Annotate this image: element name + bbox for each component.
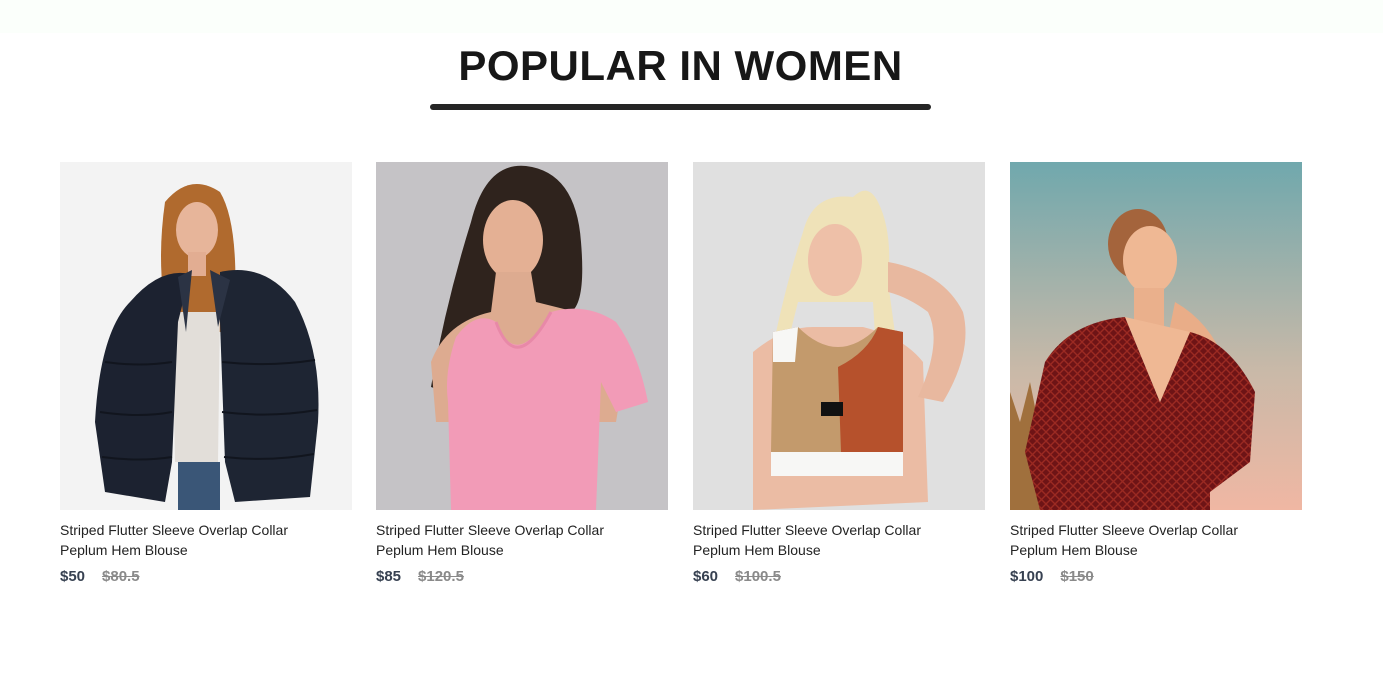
- woman-pink-top-photo: [376, 162, 668, 510]
- product-image-sports-top[interactable]: [693, 162, 985, 510]
- price-row: $50 $80.5: [60, 568, 352, 585]
- woman-red-blouse-photo: [1010, 162, 1302, 510]
- new-price: $50: [60, 568, 86, 585]
- woman-black-fur-jacket-photo: [60, 162, 352, 510]
- top-strip: [0, 0, 1383, 33]
- product-name[interactable]: Striped Flutter Sleeve Overlap Collar Pe…: [60, 520, 330, 560]
- price-row: $100 $150: [1010, 568, 1302, 585]
- product-name[interactable]: Striped Flutter Sleeve Overlap Collar Pe…: [693, 520, 963, 560]
- product-name[interactable]: Striped Flutter Sleeve Overlap Collar Pe…: [376, 520, 646, 560]
- product-card[interactable]: Striped Flutter Sleeve Overlap Collar Pe…: [693, 162, 985, 585]
- new-price: $85: [376, 568, 402, 585]
- product-name[interactable]: Striped Flutter Sleeve Overlap Collar Pe…: [1010, 520, 1280, 560]
- product-card[interactable]: Striped Flutter Sleeve Overlap Collar Pe…: [1010, 162, 1302, 585]
- product-grid: Striped Flutter Sleeve Overlap Collar Pe…: [60, 162, 1302, 602]
- price-row: $85 $120.5: [376, 568, 668, 585]
- woman-sports-crop-top-photo: [693, 162, 985, 510]
- new-price: $100: [1010, 568, 1044, 585]
- price-row: $60 $100.5: [693, 568, 985, 585]
- old-price: $100.5: [735, 568, 781, 585]
- title-underline: [430, 104, 931, 110]
- product-image-pink-top[interactable]: [376, 162, 668, 510]
- old-price: $120.5: [418, 568, 464, 585]
- old-price: $80.5: [102, 568, 140, 585]
- product-card[interactable]: Striped Flutter Sleeve Overlap Collar Pe…: [376, 162, 668, 585]
- new-price: $60: [693, 568, 719, 585]
- product-card[interactable]: Striped Flutter Sleeve Overlap Collar Pe…: [60, 162, 352, 585]
- section-title: POPULAR IN WOMEN: [458, 42, 903, 89]
- product-image-fur-jacket[interactable]: [60, 162, 352, 510]
- product-image-red-blouse[interactable]: [1010, 162, 1302, 510]
- old-price: $150: [1060, 568, 1094, 585]
